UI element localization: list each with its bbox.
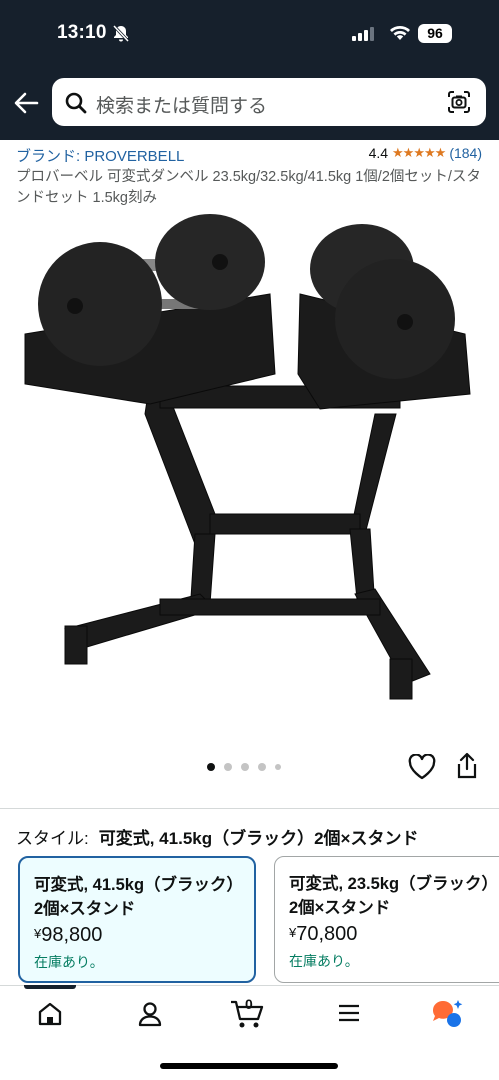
rating-stars: ★★★★★: [392, 145, 446, 160]
section-divider: [0, 808, 499, 809]
style-option-name: 可変式, 41.5kg（ブラック）2個×スタンド: [34, 876, 244, 918]
pagination-dot[interactable]: [224, 763, 232, 771]
pagination-dot[interactable]: [258, 763, 266, 771]
heart-icon[interactable]: [408, 753, 436, 785]
pagination-dot[interactable]: [275, 764, 281, 770]
cart-icon[interactable]: 0: [229, 996, 267, 1035]
share-icon[interactable]: [455, 752, 479, 785]
battery-indicator: 96: [418, 24, 452, 43]
style-option-price: ¥98,800: [34, 924, 103, 946]
style-option-price: ¥70,800: [289, 923, 358, 945]
rating-value: 4.4: [368, 145, 389, 161]
pagination-dot[interactable]: [207, 763, 215, 771]
home-indicator[interactable]: [160, 1063, 338, 1069]
camera-lens-icon[interactable]: [446, 89, 472, 120]
cellular-signal-icon: [352, 27, 376, 46]
image-pagination[interactable]: [207, 763, 281, 771]
style-selected-value: 可変式, 41.5kg（ブラック）2個×スタンド: [98, 829, 419, 848]
search-icon: [64, 91, 88, 120]
menu-icon[interactable]: [336, 1000, 362, 1031]
bell-muted-icon: [112, 24, 130, 47]
style-label-key: スタイル:: [16, 829, 89, 848]
active-tab-indicator: [24, 985, 76, 989]
home-icon[interactable]: [36, 1000, 64, 1033]
brand-link[interactable]: ブランド: PROVERBELL: [16, 145, 184, 166]
product-title-area: ブランド: PROVERBELL 4.4 ★★★★★ (184) プロバーベル …: [16, 144, 486, 209]
style-option-stock: 在庫あり。: [289, 953, 359, 969]
back-arrow-icon[interactable]: [12, 89, 40, 117]
rating-summary[interactable]: 4.4 ★★★★★ (184): [369, 145, 482, 161]
style-option-name: 可変式, 23.5kg（ブラック）2個×スタンド: [289, 875, 499, 917]
style-option-selected[interactable]: 可変式, 41.5kg（ブラック）2個×スタンド ¥98,800 在庫あり。: [18, 856, 256, 983]
style-option[interactable]: 可変式, 23.5kg（ブラック）2個×スタンド ¥70,800 在庫あり。: [274, 856, 499, 983]
search-input[interactable]: 検索または質問する: [96, 91, 267, 118]
wifi-icon: [389, 25, 411, 46]
ai-assistant-icon[interactable]: [430, 998, 464, 1035]
product-title: プロバーベル 可変式ダンベル 23.5kg/32.5kg/41.5kg 1個/2…: [16, 169, 481, 206]
pagination-dot[interactable]: [241, 763, 249, 771]
status-bar: 13:10 96: [0, 0, 499, 62]
style-option-stock: 在庫あり。: [34, 954, 104, 970]
account-icon[interactable]: [136, 1000, 164, 1033]
product-image[interactable]: [20, 214, 480, 714]
header: 13:10 96 検索または質問する: [0, 0, 499, 140]
search-bar[interactable]: 検索または質問する: [52, 78, 486, 126]
rating-count[interactable]: (184): [449, 145, 482, 161]
status-time: 13:10: [57, 22, 107, 43]
style-selection-label: スタイル: 可変式, 41.5kg（ブラック）2個×スタンド: [16, 824, 419, 849]
cart-count: 0: [245, 996, 253, 1012]
